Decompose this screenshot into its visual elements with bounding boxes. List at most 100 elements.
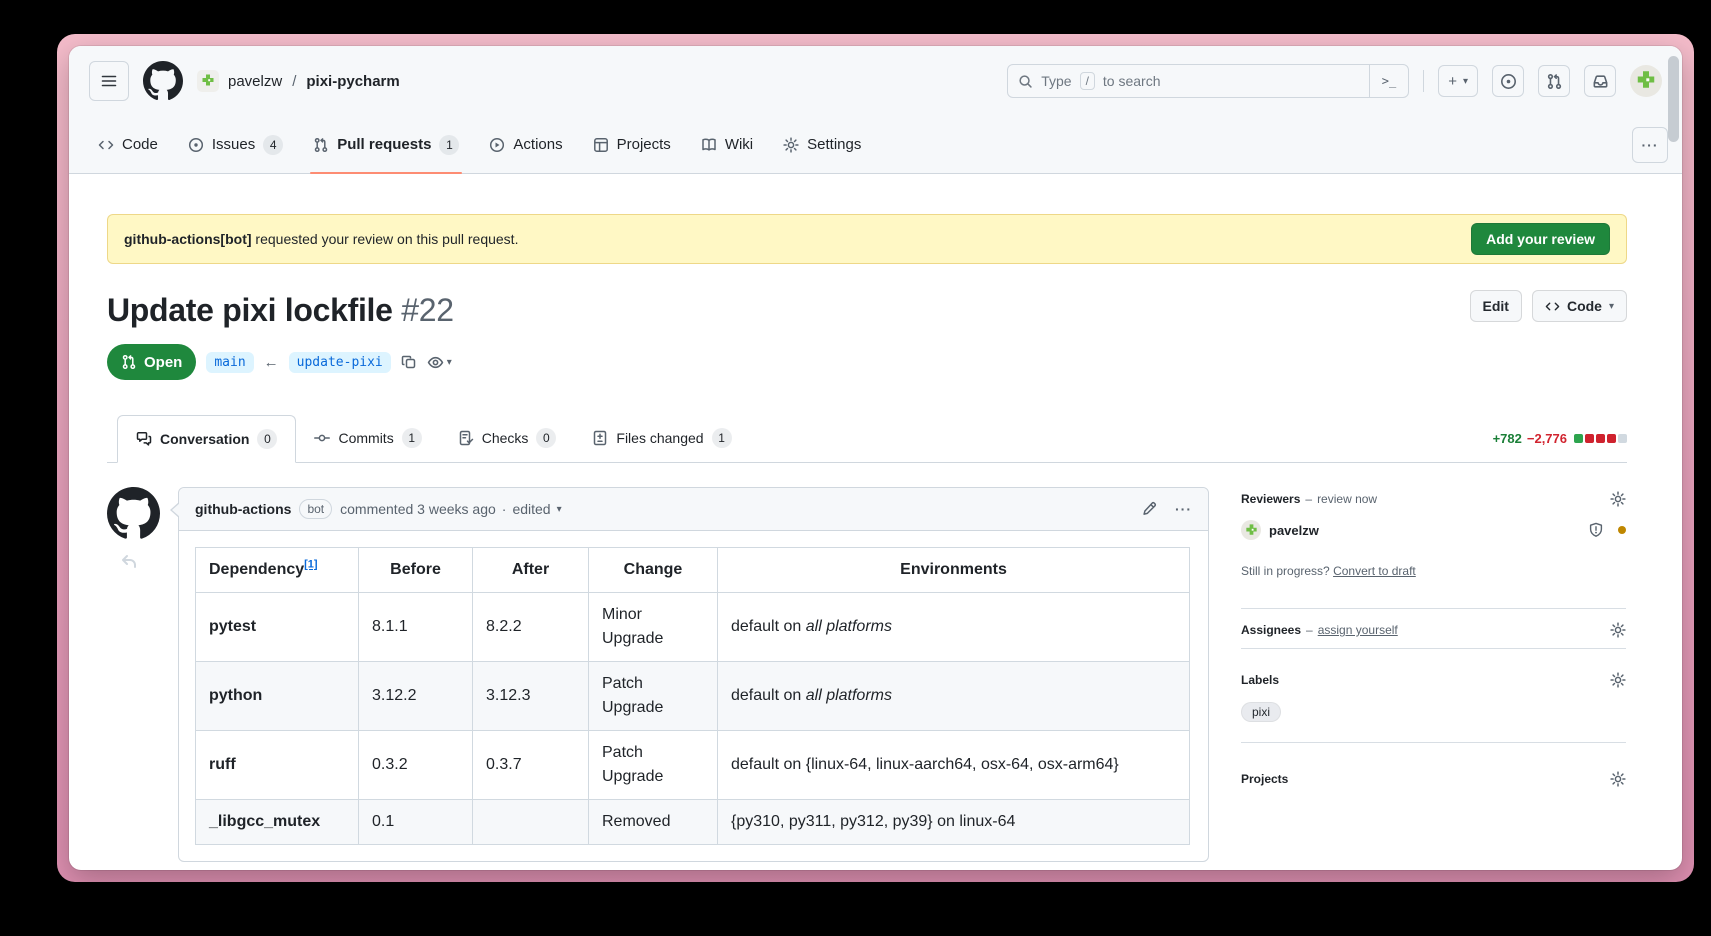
nav-tab-label: Issues [212,136,255,153]
assign-yourself-link[interactable]: assign yourself [1318,623,1398,637]
nav-tab-label: Projects [617,136,671,153]
pixi-avatar-icon [200,73,216,89]
create-new-button[interactable]: + ▾ [1438,65,1478,97]
global-nav-menu-button[interactable] [89,61,129,101]
cell-after [473,800,589,845]
cell-before: 3.12.2 [359,662,473,731]
gear-icon [1610,491,1626,507]
labels-gear-button[interactable] [1610,672,1626,688]
review-now-link[interactable]: review now [1317,492,1377,506]
col-before: Before [359,548,473,593]
nav-tab-issues[interactable]: Issues 4 [173,116,298,173]
pr-title: Update pixi lockfile #22 [107,290,454,330]
chevron-down-icon[interactable]: ▾ [557,504,562,515]
watch-menu-button[interactable]: ▾ [427,354,452,371]
convert-to-draft-link[interactable]: Convert to draft [1333,564,1416,578]
kebab-menu-icon[interactable]: ··· [1175,501,1192,517]
search-placeholder-pre: Type [1041,73,1071,89]
github-logo-icon[interactable] [143,61,183,101]
col-dependency: Dependency[1] [196,548,359,593]
reviewer-name[interactable]: pavelzw [1269,523,1319,538]
col-after: After [473,548,589,593]
code-icon [98,137,114,153]
cell-environments: default on all platforms [718,593,1190,662]
base-branch-label[interactable]: main [206,352,253,373]
issues-dashboard-button[interactable] [1492,65,1524,97]
nav-tab-settings[interactable]: Settings [768,116,876,173]
nav-overflow-button[interactable]: ··· [1632,127,1668,163]
pencil-icon[interactable] [1141,501,1157,517]
cell-dependency: _libgcc_mutex [196,800,359,845]
cell-before: 0.3.2 [359,731,473,800]
table-row: _libgcc_mutex 0.1 Removed {py310, py311,… [196,800,1190,845]
add-review-button[interactable]: Add your review [1471,223,1610,255]
labels-section: Labels pixi [1241,649,1626,743]
tab-files-changed[interactable]: Files changed 1 [574,414,749,462]
nav-tab-code[interactable]: Code [83,116,173,173]
diffstat[interactable]: +782 −2,776 [1493,431,1627,446]
pr-header: Update pixi lockfile #22 Edit Code ▾ [107,290,1627,330]
scrollbar[interactable] [1668,56,1679,142]
desktop-background: pavelzw / pixi-pycharm Type / to search … [57,34,1694,882]
pull-requests-dashboard-button[interactable] [1538,65,1570,97]
search-icon [1018,74,1033,89]
nav-tab-pull-requests[interactable]: Pull requests 1 [298,116,474,173]
tab-counter: 1 [712,428,732,448]
cell-before: 0.1 [359,800,473,845]
cell-dependency: python [196,662,359,731]
comment-timestamp[interactable]: commented 3 weeks ago [340,501,496,517]
tab-conversation[interactable]: Conversation 0 [117,415,296,463]
gear-icon [1610,622,1626,638]
edited-label[interactable]: edited [512,501,550,517]
label-pixi[interactable]: pixi [1241,702,1281,722]
table-icon [593,137,609,153]
cell-change: Patch Upgrade [589,731,718,800]
inbox-icon [1592,73,1609,90]
cell-environments: {py310, py311, py312, py39} on linux-64 [718,800,1190,845]
edit-button[interactable]: Edit [1470,290,1522,322]
tab-checks[interactable]: Checks 0 [440,414,575,462]
search-input[interactable]: Type / to search >_ [1007,64,1409,98]
github-actions-avatar[interactable] [107,487,160,540]
dependency-table: Dependency[1] Before After Change Enviro… [195,547,1190,845]
issue-opened-icon [1500,73,1517,90]
nav-tab-actions[interactable]: Actions [474,116,577,173]
tab-commits[interactable]: Commits 1 [296,414,439,462]
nav-tab-label: Code [122,136,158,153]
comment-author[interactable]: github-actions [195,501,291,517]
pr-status-row: Open main ← update-pixi ▾ [107,344,1627,380]
diffstat-blocks [1574,434,1627,443]
copy-icon [401,354,417,370]
diffstat-block [1618,434,1627,443]
breadcrumb-owner[interactable]: pavelzw [228,73,282,90]
projects-title: Projects [1241,772,1288,786]
breadcrumb-repo[interactable]: pixi-pycharm [306,73,399,90]
file-diff-icon [592,430,608,446]
command-palette-icon[interactable]: >_ [1369,65,1408,97]
arrow-left-icon: ← [264,354,279,371]
cell-environments: default on {linux-64, linux-aarch64, osx… [718,731,1190,800]
diffstat-block [1596,434,1605,443]
pixi-avatar-icon [1634,69,1658,93]
nav-tab-wiki[interactable]: Wiki [686,116,768,173]
github-header: pavelzw / pixi-pycharm Type / to search … [69,46,1682,116]
copy-branch-button[interactable] [401,354,417,370]
tab-counter: 1 [402,428,422,448]
inbox-button[interactable] [1584,65,1616,97]
nav-tab-counter: 4 [263,135,283,155]
footnote-link: [1] [304,559,317,571]
reviewers-gear-button[interactable] [1610,491,1626,507]
cell-after: 8.2.2 [473,593,589,662]
footnote-anchor[interactable]: [1] [304,559,317,571]
projects-gear-button[interactable] [1610,771,1626,787]
code-dropdown-button[interactable]: Code ▾ [1532,290,1627,322]
nav-tab-projects[interactable]: Projects [578,116,686,173]
pending-review-dot [1618,526,1626,534]
user-avatar[interactable] [1630,65,1662,97]
repo-owner-avatar[interactable] [197,70,219,92]
assignees-gear-button[interactable] [1610,622,1626,638]
comment-discussion-icon [136,431,152,447]
reviewer-row[interactable]: pavelzw [1241,520,1626,540]
shield-icon[interactable] [1588,522,1604,538]
head-branch-label[interactable]: update-pixi [289,352,391,373]
